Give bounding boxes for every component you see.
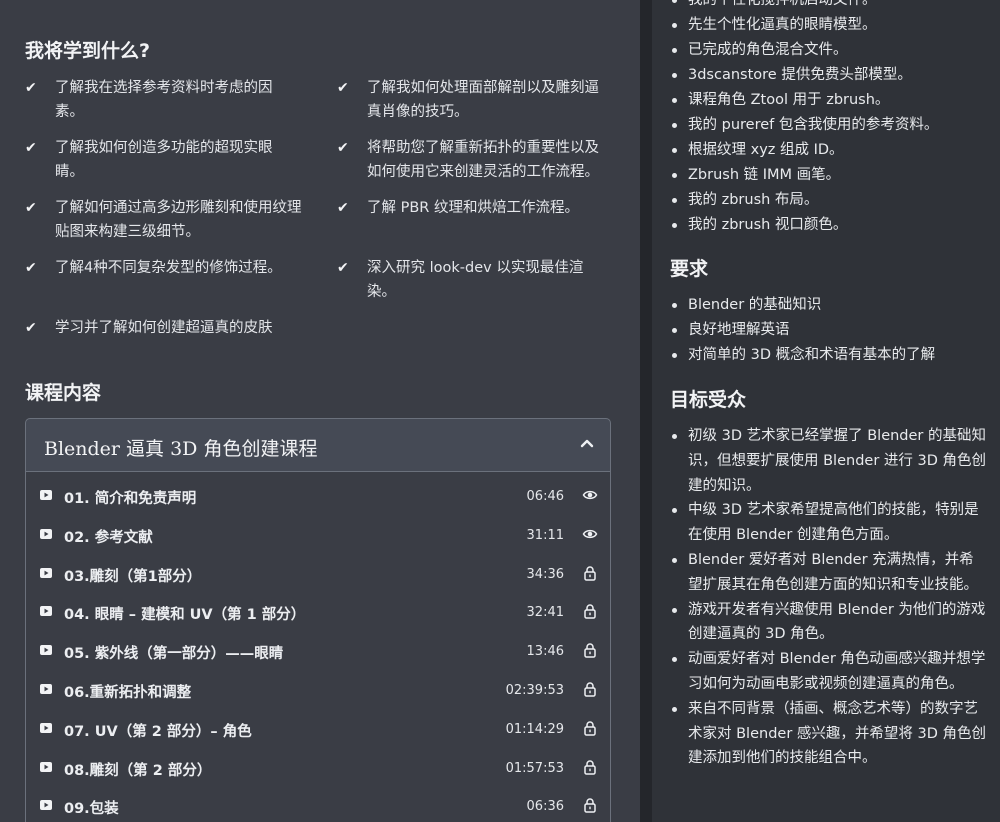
check-icon: ✔ (337, 200, 349, 216)
lesson-duration: 13:46 (526, 644, 564, 660)
lesson-duration: 06:46 (526, 489, 564, 504)
list-item: 动画爱好者对 Blender 角色动画感兴趣并想学习如何为动画电影或视频创建逼真… (652, 647, 987, 697)
lesson-duration: 31:11 (526, 527, 564, 543)
list-item: Blender 的基础知识 (652, 293, 992, 318)
lock-icon (584, 721, 596, 736)
lesson-row[interactable]: 09.包装 06:36 (26, 786, 612, 822)
lock-icon (584, 643, 596, 658)
list-item: 我的 pureref 包含我使用的参考资料。 (652, 113, 992, 138)
learn-item: ✔ 了解我如何创造多功能的超现实眼睛。 (25, 136, 287, 184)
learn-item: ✔ 了解我如何处理面部解剖以及雕刻逼真肖像的技巧。 (337, 76, 613, 124)
learn-item: ✔ 了解如何通过高多边形雕刻和使用纹理贴图来构建三级细节。 (25, 196, 303, 244)
lesson-duration: 02:39:53 (505, 683, 564, 698)
list-item: 中级 3D 艺术家希望提高他们的技能，特别是在使用 Blender 创建角色方面… (652, 498, 987, 548)
lesson-duration: 06:36 (526, 799, 564, 815)
list-item: 初级 3D 艺术家已经掌握了 Blender 的基础知识，但想要扩展使用 Ble… (652, 424, 987, 498)
list-item: 我的 zbrush 视口颜色。 (652, 213, 992, 238)
requirements-heading: 要求 (670, 258, 709, 280)
list-item: 课程角色 Ztool 用于 zbrush。 (652, 88, 992, 113)
target-audience-heading: 目标受众 (670, 389, 747, 411)
lesson-title[interactable]: 04. 眼睛 – 建模和 UV（第 1 部分） (64, 603, 305, 624)
play-icon (40, 645, 52, 656)
learn-item: ✔ 了解4种不同复杂发型的修饰过程。 (25, 256, 303, 280)
list-item: 对简单的 3D 概念和术语有基本的了解 (652, 343, 992, 368)
eye-icon[interactable] (582, 526, 598, 542)
eye-icon[interactable] (582, 487, 598, 503)
learn-item: ✔ 深入研究 look-dev 以实现最佳渲染。 (337, 256, 589, 304)
left-content-panel: 我将学到什么? ✔ 了解我在选择参考资料时考虑的因素。 ✔ 了解我如何处理面部解… (0, 0, 640, 822)
lesson-title[interactable]: 03.雕刻（第1部分） (64, 565, 201, 586)
check-icon: ✔ (337, 260, 349, 276)
learn-item: ✔ 了解 PBR 纹理和烘焙工作流程。 (337, 196, 613, 220)
list-item: 已完成的角色混合文件。 (652, 38, 992, 63)
play-icon (40, 606, 52, 617)
lesson-row[interactable]: 08.雕刻（第 2 部分） 01:57:53 (26, 748, 612, 786)
list-item: 根据纹理 xyz 组成 ID。 (652, 138, 992, 163)
lock-icon (584, 604, 596, 620)
course-accordion-header[interactable]: Blender 逼真 3D 角色创建课程 (25, 418, 611, 472)
check-icon: ✔ (25, 80, 37, 96)
list-item: 3dscanstore 提供免费头部模型。 (652, 63, 992, 88)
play-icon (40, 528, 52, 539)
lesson-row[interactable]: 01. 简介和免责声明 06:46 (26, 476, 612, 514)
play-icon (40, 800, 52, 811)
learn-item: ✔ 了解我在选择参考资料时考虑的因素。 (25, 76, 287, 124)
lesson-row[interactable]: 07. UV（第 2 部分）– 角色 01:14:29 (26, 709, 612, 747)
lesson-row[interactable]: 05. 紫外线（第一部分）——眼睛 13:46 (26, 631, 612, 669)
play-icon (40, 490, 52, 500)
lock-icon (584, 798, 596, 814)
chevron-up-icon[interactable] (578, 431, 596, 455)
lesson-title[interactable]: 06.重新拓扑和调整 (64, 681, 191, 702)
check-icon: ✔ (25, 200, 37, 216)
list-item: 来自不同背景（插画、概念艺术等）的数字艺术家对 Blender 感兴趣，并希望将… (652, 697, 987, 771)
list-item: 游戏开发者有兴趣使用 Blender 为他们的游戏创建逼真的 3D 角色。 (652, 598, 987, 648)
lesson-row[interactable]: 02. 参考文献 31:11 (26, 515, 612, 553)
lesson-title[interactable]: 05. 紫外线（第一部分）——眼睛 (64, 642, 283, 663)
lesson-duration: 32:41 (526, 605, 564, 621)
lesson-row[interactable]: 03.雕刻（第1部分） 34:36 (26, 554, 612, 592)
list-item: 先生个性化逼真的眼睛模型。 (652, 13, 992, 38)
course-content-heading: 课程内容 (25, 382, 102, 404)
lock-icon (584, 565, 596, 581)
requirements-list: Blender 的基础知识 良好地理解英语 对简单的 3D 概念和术语有基本的了… (652, 293, 992, 368)
lesson-title[interactable]: 08.雕刻（第 2 部分） (64, 759, 211, 780)
list-item: 良好地理解英语 (652, 318, 992, 343)
lesson-title[interactable]: 09.包装 (64, 797, 119, 818)
list-item: 我的 zbrush 布局。 (652, 188, 992, 213)
play-icon (40, 567, 52, 578)
lesson-title[interactable]: 02. 参考文献 (64, 526, 153, 547)
learn-item: ✔ 学习并了解如何创建超逼真的皮肤 (25, 316, 325, 340)
course-title: Blender 逼真 3D 角色创建课程 (44, 438, 318, 460)
lesson-duration: 01:14:29 (505, 721, 564, 737)
audience-list: 初级 3D 艺术家已经掌握了 Blender 的基础知识，但想要扩展使用 Ble… (652, 424, 987, 771)
check-icon: ✔ (337, 140, 349, 156)
lesson-row[interactable]: 06.重新拓扑和调整 02:39:53 (26, 670, 612, 708)
list-item: Blender 爱好者对 Blender 充满热情，并希望扩展其在角色创建方面的… (652, 548, 987, 598)
learn-item: ✔ 将帮助您了解重新拓扑的重要性以及如何使用它来创建灵活的工作流程。 (337, 136, 613, 184)
play-icon (40, 684, 52, 694)
lesson-list: 01. 简介和免责声明 06:46 02. 参考文献 31:11 03.雕刻（第1部分）… (25, 472, 611, 822)
list-item: Zbrush 链 IMM 画笔。 (652, 163, 992, 188)
lesson-title[interactable]: 07. UV（第 2 部分）– 角色 (64, 720, 252, 741)
lesson-title[interactable]: 01. 简介和免责声明 (64, 487, 196, 508)
check-icon: ✔ (337, 80, 349, 96)
what-you-learn-heading: 我将学到什么? (25, 40, 151, 62)
includes-list: 我的个性化搅拌机启动文件。 先生个性化逼真的眼睛模型。 已完成的角色混合文件。 … (652, 0, 992, 238)
play-icon (40, 722, 52, 733)
lock-icon (584, 759, 596, 775)
lock-icon (584, 682, 596, 697)
check-icon: ✔ (25, 140, 37, 156)
column-divider (640, 0, 652, 822)
check-icon: ✔ (25, 260, 37, 276)
lesson-duration: 01:57:53 (505, 760, 564, 776)
list-item: 我的个性化搅拌机启动文件。 (652, 0, 992, 13)
check-icon: ✔ (25, 320, 37, 336)
play-icon (40, 761, 52, 772)
lesson-duration: 34:36 (526, 566, 564, 582)
right-sidebar-panel: 我的个性化搅拌机启动文件。 先生个性化逼真的眼睛模型。 已完成的角色混合文件。 … (652, 0, 1000, 822)
lesson-row[interactable]: 04. 眼睛 – 建模和 UV（第 1 部分） 32:41 (26, 592, 612, 630)
